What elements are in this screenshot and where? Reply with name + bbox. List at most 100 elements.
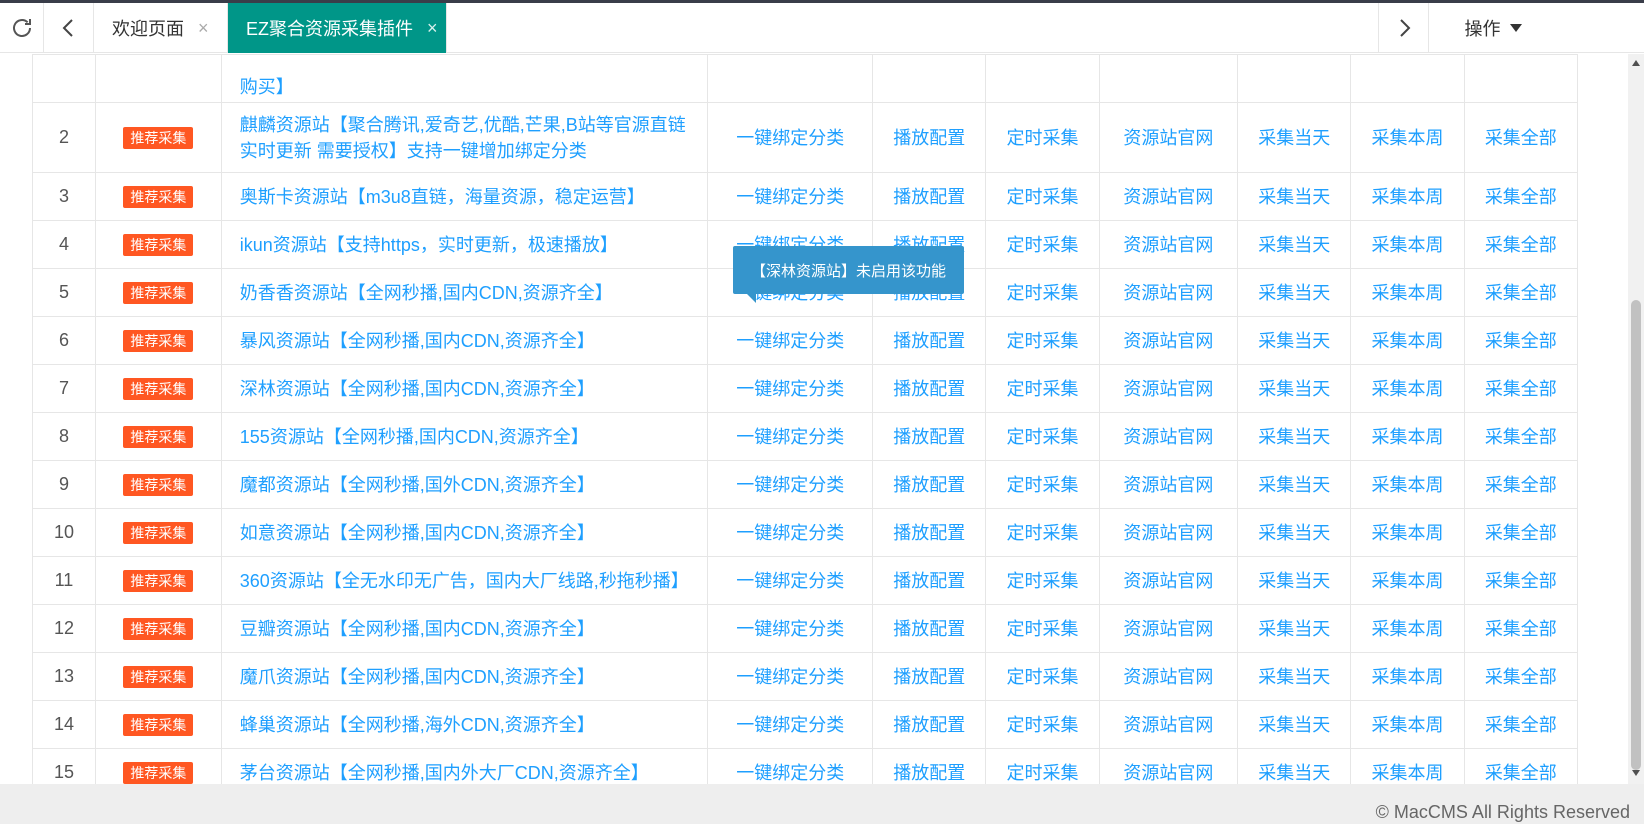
collect-all-link[interactable]: 采集全部 bbox=[1485, 331, 1557, 351]
close-icon[interactable]: × bbox=[198, 18, 209, 39]
collect-today-link[interactable]: 采集当天 bbox=[1258, 427, 1330, 447]
play-config-link[interactable]: 播放配置 bbox=[893, 128, 965, 148]
operate-dropdown[interactable]: 操作 bbox=[1428, 3, 1558, 53]
tab-ez-collector[interactable]: EZ聚合资源采集插件 × bbox=[228, 3, 447, 53]
source-name-link[interactable]: 蜂巢资源站【全网秒播,海外CDN,资源齐全】 bbox=[240, 715, 595, 735]
play-config-link[interactable]: 播放配置 bbox=[893, 571, 965, 591]
scheduled-collect-link[interactable]: 定时采集 bbox=[1007, 283, 1079, 303]
collect-all-link[interactable]: 采集全部 bbox=[1485, 427, 1557, 447]
tab-prev-button[interactable] bbox=[44, 3, 94, 53]
scheduled-collect-link[interactable]: 定时采集 bbox=[1007, 619, 1079, 639]
collect-week-link[interactable]: 采集本周 bbox=[1371, 187, 1443, 207]
bind-category-link[interactable]: 一键绑定分类 bbox=[736, 619, 844, 639]
collect-today-link[interactable]: 采集当天 bbox=[1258, 523, 1330, 543]
play-config-link[interactable]: 播放配置 bbox=[893, 667, 965, 687]
scheduled-collect-link[interactable]: 定时采集 bbox=[1007, 187, 1079, 207]
collect-week-link[interactable]: 采集本周 bbox=[1371, 427, 1443, 447]
official-site-link[interactable]: 资源站官网 bbox=[1123, 187, 1213, 207]
scheduled-collect-link[interactable]: 定时采集 bbox=[1007, 379, 1079, 399]
source-name-link[interactable]: 魔爪资源站【全网秒播,国内CDN,资源齐全】 bbox=[240, 667, 595, 687]
collect-week-link[interactable]: 采集本周 bbox=[1371, 283, 1443, 303]
scroll-down-arrow[interactable] bbox=[1628, 766, 1644, 780]
tab-next-button[interactable] bbox=[1378, 3, 1428, 53]
collect-today-link[interactable]: 采集当天 bbox=[1258, 763, 1330, 783]
bind-category-link[interactable]: 一键绑定分类 bbox=[736, 379, 844, 399]
official-site-link[interactable]: 资源站官网 bbox=[1123, 571, 1213, 591]
source-name-link[interactable]: 155资源站【全网秒播,国内CDN,资源齐全】 bbox=[240, 427, 589, 447]
play-config-link[interactable]: 播放配置 bbox=[893, 427, 965, 447]
scheduled-collect-link[interactable]: 定时采集 bbox=[1007, 128, 1079, 148]
collect-all-link[interactable]: 采集全部 bbox=[1485, 619, 1557, 639]
play-config-link[interactable]: 播放配置 bbox=[893, 715, 965, 735]
scrollbar-thumb[interactable] bbox=[1631, 300, 1641, 770]
collect-today-link[interactable]: 采集当天 bbox=[1258, 235, 1330, 255]
collect-week-link[interactable]: 采集本周 bbox=[1371, 571, 1443, 591]
official-site-link[interactable]: 资源站官网 bbox=[1123, 667, 1213, 687]
scroll-up-arrow[interactable] bbox=[1628, 56, 1644, 70]
source-name-link[interactable]: 购买】 bbox=[240, 77, 294, 97]
play-config-link[interactable]: 播放配置 bbox=[893, 331, 965, 351]
collect-all-link[interactable]: 采集全部 bbox=[1485, 715, 1557, 735]
collect-all-link[interactable]: 采集全部 bbox=[1485, 475, 1557, 495]
bind-category-link[interactable]: 一键绑定分类 bbox=[736, 523, 844, 543]
source-name-link[interactable]: 奥斯卡资源站【m3u8直链，海量资源，稳定运营】 bbox=[240, 187, 645, 207]
official-site-link[interactable]: 资源站官网 bbox=[1123, 763, 1213, 783]
source-name-link[interactable]: 暴风资源站【全网秒播,国内CDN,资源齐全】 bbox=[240, 331, 595, 351]
official-site-link[interactable]: 资源站官网 bbox=[1123, 619, 1213, 639]
official-site-link[interactable]: 资源站官网 bbox=[1123, 523, 1213, 543]
play-config-link[interactable]: 播放配置 bbox=[893, 475, 965, 495]
scheduled-collect-link[interactable]: 定时采集 bbox=[1007, 523, 1079, 543]
collect-week-link[interactable]: 采集本周 bbox=[1371, 763, 1443, 783]
scheduled-collect-link[interactable]: 定时采集 bbox=[1007, 475, 1079, 495]
scheduled-collect-link[interactable]: 定时采集 bbox=[1007, 235, 1079, 255]
collect-all-link[interactable]: 采集全部 bbox=[1485, 571, 1557, 591]
source-name-link[interactable]: 麒麟资源站【聚合腾讯,爱奇艺,优酷,芒果,B站等官源直链实时更新 需要授权】支持… bbox=[240, 115, 686, 161]
scheduled-collect-link[interactable]: 定时采集 bbox=[1007, 571, 1079, 591]
bind-category-link[interactable]: 一键绑定分类 bbox=[736, 571, 844, 591]
scheduled-collect-link[interactable]: 定时采集 bbox=[1007, 427, 1079, 447]
source-name-link[interactable]: 茅台资源站【全网秒播,国内外大厂CDN,资源齐全】 bbox=[240, 763, 649, 783]
collect-today-link[interactable]: 采集当天 bbox=[1258, 379, 1330, 399]
bind-category-link[interactable]: 一键绑定分类 bbox=[736, 763, 844, 783]
collect-all-link[interactable]: 采集全部 bbox=[1485, 128, 1557, 148]
official-site-link[interactable]: 资源站官网 bbox=[1123, 331, 1213, 351]
official-site-link[interactable]: 资源站官网 bbox=[1123, 283, 1213, 303]
collect-week-link[interactable]: 采集本周 bbox=[1371, 667, 1443, 687]
collect-today-link[interactable]: 采集当天 bbox=[1258, 128, 1330, 148]
scheduled-collect-link[interactable]: 定时采集 bbox=[1007, 331, 1079, 351]
bind-category-link[interactable]: 一键绑定分类 bbox=[736, 427, 844, 447]
close-icon[interactable]: × bbox=[427, 18, 438, 39]
scheduled-collect-link[interactable]: 定时采集 bbox=[1007, 763, 1079, 783]
bind-category-link[interactable]: 一键绑定分类 bbox=[736, 667, 844, 687]
source-name-link[interactable]: 如意资源站【全网秒播,国内CDN,资源齐全】 bbox=[240, 523, 595, 543]
play-config-link[interactable]: 播放配置 bbox=[893, 187, 965, 207]
bind-category-link[interactable]: 一键绑定分类 bbox=[736, 475, 844, 495]
collect-today-link[interactable]: 采集当天 bbox=[1258, 619, 1330, 639]
bind-category-link[interactable]: 一键绑定分类 bbox=[736, 715, 844, 735]
official-site-link[interactable]: 资源站官网 bbox=[1123, 715, 1213, 735]
official-site-link[interactable]: 资源站官网 bbox=[1123, 128, 1213, 148]
source-name-link[interactable]: 魔都资源站【全网秒播,国外CDN,资源齐全】 bbox=[240, 475, 595, 495]
source-name-link[interactable]: 豆瓣资源站【全网秒播,国内CDN,资源齐全】 bbox=[240, 619, 595, 639]
collect-all-link[interactable]: 采集全部 bbox=[1485, 523, 1557, 543]
official-site-link[interactable]: 资源站官网 bbox=[1123, 475, 1213, 495]
collect-week-link[interactable]: 采集本周 bbox=[1371, 523, 1443, 543]
refresh-button[interactable] bbox=[0, 3, 44, 53]
collect-today-link[interactable]: 采集当天 bbox=[1258, 331, 1330, 351]
collect-all-link[interactable]: 采集全部 bbox=[1485, 763, 1557, 783]
collect-today-link[interactable]: 采集当天 bbox=[1258, 475, 1330, 495]
collect-today-link[interactable]: 采集当天 bbox=[1258, 667, 1330, 687]
collect-today-link[interactable]: 采集当天 bbox=[1258, 187, 1330, 207]
play-config-link[interactable]: 播放配置 bbox=[893, 763, 965, 783]
play-config-link[interactable]: 播放配置 bbox=[893, 523, 965, 543]
play-config-link[interactable]: 播放配置 bbox=[893, 619, 965, 639]
bind-category-link[interactable]: 一键绑定分类 bbox=[736, 187, 844, 207]
source-name-link[interactable]: 深林资源站【全网秒播,国内CDN,资源齐全】 bbox=[240, 379, 595, 399]
collect-week-link[interactable]: 采集本周 bbox=[1371, 475, 1443, 495]
collect-all-link[interactable]: 采集全部 bbox=[1485, 667, 1557, 687]
bind-category-link[interactable]: 一键绑定分类 bbox=[736, 331, 844, 351]
collect-week-link[interactable]: 采集本周 bbox=[1371, 715, 1443, 735]
collect-all-link[interactable]: 采集全部 bbox=[1485, 235, 1557, 255]
collect-all-link[interactable]: 采集全部 bbox=[1485, 187, 1557, 207]
official-site-link[interactable]: 资源站官网 bbox=[1123, 379, 1213, 399]
